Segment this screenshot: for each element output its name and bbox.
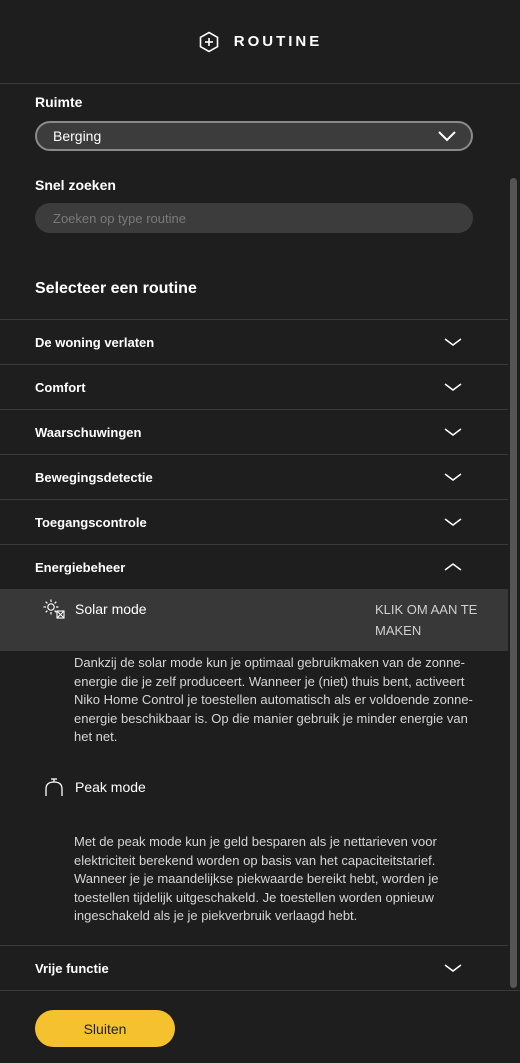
category-label: Energiebeheer — [35, 559, 126, 575]
chevron-down-icon — [444, 428, 462, 436]
chevron-down-icon — [444, 518, 462, 526]
category-comfort[interactable]: Comfort — [0, 364, 508, 409]
routine-name: Peak mode — [75, 779, 146, 795]
search-label: Snel zoeken — [35, 177, 116, 193]
footer: Sluiten — [0, 990, 520, 1063]
room-label: Ruimte — [35, 94, 83, 110]
category-label: Waarschuwingen — [35, 424, 142, 440]
close-button[interactable]: Sluiten — [35, 1010, 175, 1047]
chevron-down-icon — [444, 473, 462, 481]
solar-mode-icon — [43, 599, 65, 619]
category-bewegingsdetectie[interactable]: Bewegingsdetectie — [0, 454, 508, 499]
room-select[interactable]: Berging — [35, 121, 473, 151]
routine-solar-mode[interactable]: Solar mode KLIK OM AAN TE MAKEN — [0, 589, 508, 651]
category-label: Bewegingsdetectie — [35, 469, 153, 485]
header: ROUTINE — [0, 0, 520, 84]
scrollbar[interactable] — [510, 178, 517, 988]
select-routine-title: Selecteer een routine — [35, 280, 197, 297]
chevron-down-icon — [444, 383, 462, 391]
routine-peak-mode[interactable]: Peak mode — [0, 771, 508, 803]
peak-mode-icon — [45, 778, 63, 796]
category-label: De woning verlaten — [35, 334, 155, 350]
category-label: Comfort — [35, 379, 86, 395]
search-input[interactable] — [35, 203, 473, 233]
category-energiebeheer[interactable]: Energiebeheer — [0, 544, 508, 589]
category-de-woning-verlaten[interactable]: De woning verlaten — [0, 319, 508, 364]
routine-form: Ruimte Berging Snel zoeken Selecteer een… — [0, 85, 520, 991]
routine-description: Met de peak mode kun je geld besparen al… — [74, 834, 439, 924]
routine-name: Solar mode — [75, 601, 147, 617]
category-waarschuwingen[interactable]: Waarschuwingen — [0, 409, 508, 454]
category-vrije-functie[interactable]: Vrije functie — [0, 945, 508, 990]
routine-description: Dankzij de solar mode kun je optimaal ge… — [74, 655, 473, 745]
chevron-down-icon — [444, 338, 462, 346]
category-label: Vrije functie — [35, 960, 109, 976]
chevron-down-icon — [444, 964, 462, 972]
chevron-up-icon — [444, 563, 462, 571]
category-toegangscontrole[interactable]: Toegangscontrole — [0, 499, 508, 544]
page-title: ROUTINE — [233, 33, 323, 50]
plus-hexagon-icon — [199, 31, 219, 52]
room-select-value: Berging — [53, 128, 102, 144]
category-label: Toegangscontrole — [35, 514, 147, 530]
create-routine-action[interactable]: KLIK OM AAN TE MAKEN — [375, 599, 495, 641]
chevron-down-icon — [438, 131, 456, 142]
